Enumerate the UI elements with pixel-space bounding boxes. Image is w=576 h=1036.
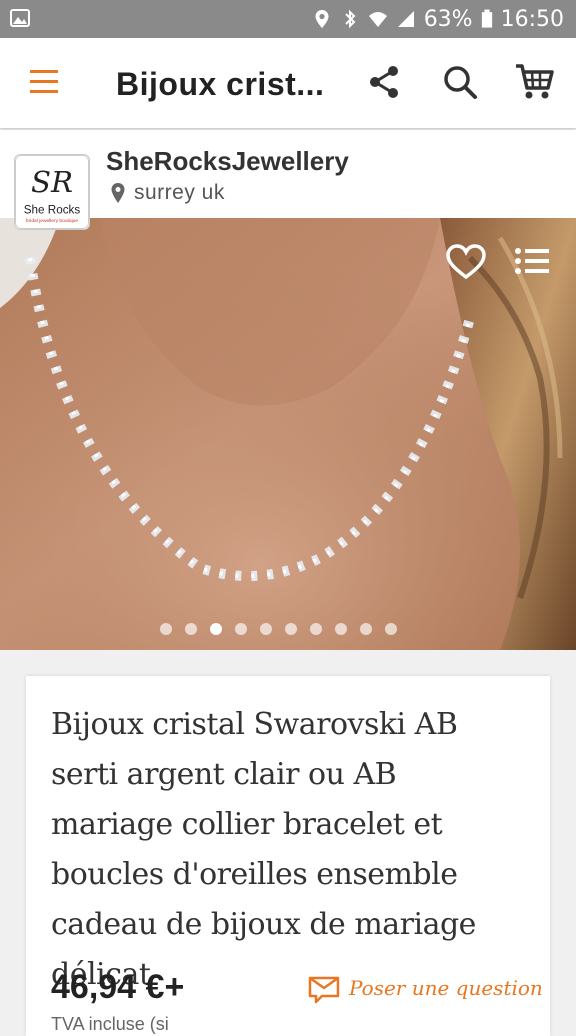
gallery-dot[interactable] <box>285 623 297 635</box>
logo-tagline: bridal jewellery boutique <box>26 218 78 224</box>
clock: 16:50 <box>500 6 564 32</box>
app-bar: Bijoux crist... <box>0 38 576 128</box>
gallery-dot[interactable] <box>385 623 397 635</box>
gallery-dot[interactable] <box>160 623 172 635</box>
product-title: Bijoux cristal Swarovski AB serti argent… <box>51 707 476 992</box>
logo-name: She Rocks <box>24 203 81 216</box>
gallery-dot[interactable] <box>235 623 247 635</box>
list-icon[interactable] <box>514 246 550 276</box>
gallery-dot[interactable] <box>210 623 222 635</box>
heart-icon[interactable] <box>446 244 486 280</box>
shop-location: surrey uk <box>134 181 225 204</box>
battery-icon <box>481 9 492 28</box>
gallery-pagination[interactable] <box>160 623 397 635</box>
product-info-card: Bijoux cristal Swarovski AB serti argent… <box>26 676 550 1036</box>
menu-icon[interactable] <box>28 68 62 96</box>
gallery-dot[interactable] <box>360 623 372 635</box>
gallery-dot[interactable] <box>310 623 322 635</box>
battery-percentage: 63% <box>423 6 473 32</box>
ask-question-link[interactable]: Poser une question <box>349 976 543 1000</box>
search-icon[interactable] <box>442 64 478 100</box>
gallery-dot[interactable] <box>260 623 272 635</box>
image-icon <box>10 9 30 27</box>
gallery-dot[interactable] <box>185 623 197 635</box>
location-icon <box>315 10 329 28</box>
product-price: 46,94 €+ <box>51 968 185 1006</box>
page-title: Bijoux crist... <box>116 66 325 102</box>
wifi-icon <box>368 12 387 27</box>
gallery-dot[interactable] <box>335 623 347 635</box>
share-icon[interactable] <box>366 64 402 100</box>
product-photo[interactable] <box>0 218 576 650</box>
signal-icon <box>397 11 414 27</box>
bluetooth-icon <box>344 9 356 29</box>
tax-note: TVA incluse (si <box>51 1014 169 1034</box>
logo-monogram: SR <box>31 165 73 199</box>
product-image-gallery[interactable] <box>0 218 576 650</box>
shop-name[interactable]: SheRocksJewellery <box>106 146 349 177</box>
message-icon[interactable] <box>308 976 340 1004</box>
location-pin-icon <box>111 183 125 203</box>
shop-logo[interactable]: SR She Rocks bridal jewellery boutique <box>14 154 90 230</box>
cart-icon[interactable] <box>514 62 556 102</box>
status-bar: 63% 16:50 <box>0 0 576 38</box>
